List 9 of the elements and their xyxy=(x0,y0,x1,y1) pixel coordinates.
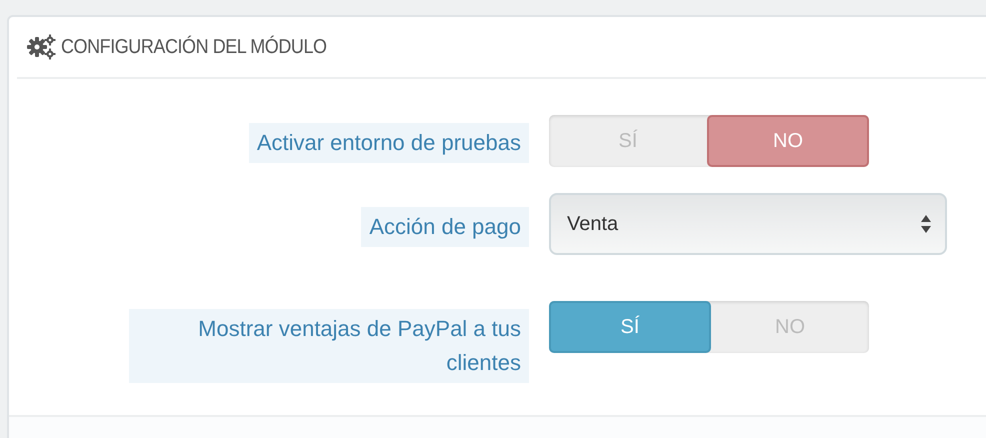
payment-action-select[interactable]: Venta xyxy=(549,193,947,255)
field-label: Mostrar ventajas de PayPal a tus clientes xyxy=(129,309,529,383)
sort-arrows-icon xyxy=(921,215,931,233)
field-label: Acción de pago xyxy=(361,207,529,247)
yes-option[interactable]: SÍ xyxy=(549,301,711,353)
panel-title: CONFIGURACIÓN DEL MÓDULO xyxy=(61,36,327,58)
gears-icon xyxy=(27,34,57,60)
field-label: Activar entorno de pruebas xyxy=(248,123,529,163)
no-option[interactable]: NO xyxy=(707,115,869,167)
